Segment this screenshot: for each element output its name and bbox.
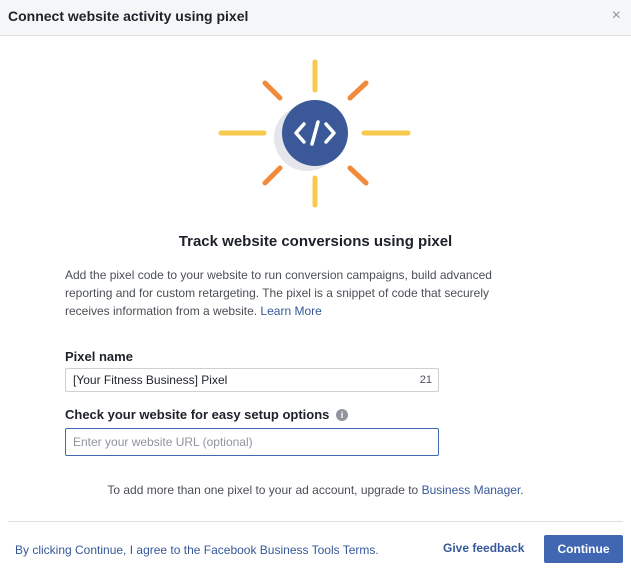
website-url-field[interactable] xyxy=(65,428,439,456)
website-label-row: Check your website for easy setup option… xyxy=(65,407,349,422)
upgrade-text: To add more than one pixel to your ad ac… xyxy=(107,483,419,497)
info-icon[interactable]: i xyxy=(336,409,349,421)
website-url-input[interactable] xyxy=(66,429,410,455)
footer-divider xyxy=(8,521,623,522)
terms-text[interactable]: By clicking Continue, I agree to the Fac… xyxy=(15,543,379,557)
dialog-header: Connect website activity using pixel × xyxy=(0,0,631,36)
upgrade-notice: To add more than one pixel to your ad ac… xyxy=(0,483,631,497)
description: Add the pixel code to your website to ru… xyxy=(65,266,535,320)
upgrade-period: . xyxy=(520,483,524,497)
close-icon[interactable]: × xyxy=(612,8,621,24)
connect-pixel-dialog: Connect website activity using pixel × T… xyxy=(0,0,631,573)
character-counter: 21 xyxy=(419,374,432,386)
dialog-title: Connect website activity using pixel xyxy=(8,8,249,24)
pixel-name-label: Pixel name xyxy=(65,349,133,364)
give-feedback-button[interactable]: Give feedback xyxy=(443,541,524,555)
business-manager-link[interactable]: Business Manager xyxy=(422,483,521,497)
website-label: Check your website for easy setup option… xyxy=(65,407,330,422)
pixel-illustration xyxy=(218,59,411,208)
pixel-name-input[interactable] xyxy=(66,369,410,391)
learn-more-link[interactable]: Learn More xyxy=(260,304,321,318)
continue-button[interactable]: Continue xyxy=(544,535,623,563)
page-heading: Track website conversions using pixel xyxy=(178,233,453,250)
pixel-name-field[interactable]: 21 xyxy=(65,368,439,392)
